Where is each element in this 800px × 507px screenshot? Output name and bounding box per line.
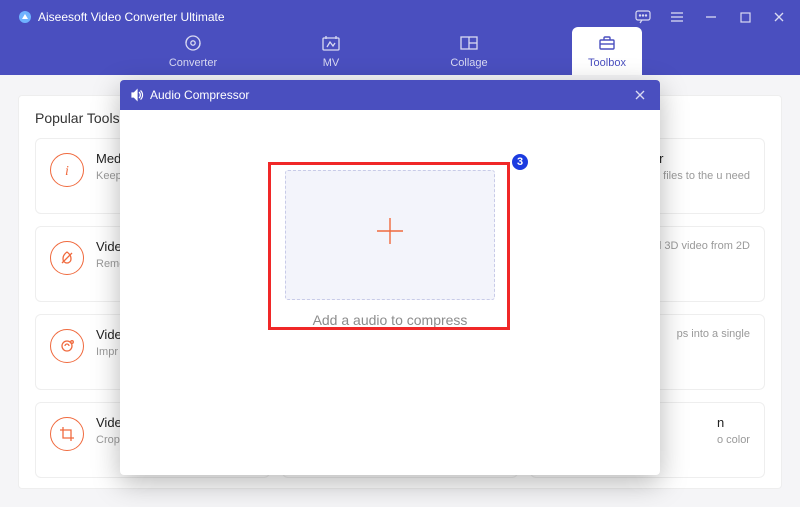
tab-converter[interactable]: Converter — [158, 33, 228, 75]
tab-mv[interactable]: MV — [296, 33, 366, 75]
card-desc: Crop — [96, 433, 122, 447]
tab-label: Converter — [158, 57, 228, 69]
main-tabs: Converter MV Collage Toolbox — [0, 29, 800, 75]
audio-compressor-modal: Audio Compressor 3 Add a audio to compre… — [120, 80, 660, 475]
app-title: Aiseesoft Video Converter Ultimate — [18, 10, 225, 24]
enhance-icon — [50, 329, 84, 363]
menu-icon[interactable] — [666, 8, 688, 26]
close-button[interactable] — [768, 8, 790, 26]
minimize-button[interactable] — [700, 8, 722, 26]
card-title: sor — [645, 151, 750, 166]
step-badge: 3 — [510, 152, 530, 172]
card-desc: ps into a single — [677, 327, 750, 341]
maximize-button[interactable] — [734, 8, 756, 26]
card-title: n — [717, 415, 750, 430]
converter-icon — [158, 33, 228, 53]
app-title-text: Aiseesoft Video Converter Ultimate — [38, 10, 225, 24]
feedback-icon[interactable] — [632, 8, 654, 26]
drop-caption: Add a audio to compress — [260, 312, 520, 328]
tab-label: Collage — [434, 57, 504, 69]
tab-collage[interactable]: Collage — [434, 33, 504, 75]
tab-label: Toolbox — [578, 57, 636, 69]
app-logo-icon — [18, 10, 32, 24]
speaker-icon — [130, 88, 144, 102]
svg-text:i: i — [65, 164, 69, 178]
collage-icon — [434, 33, 504, 53]
plus-icon — [373, 214, 407, 256]
tab-label: MV — [296, 57, 366, 69]
mv-icon — [296, 33, 366, 53]
toolbox-icon — [578, 33, 636, 53]
modal-title: Audio Compressor — [150, 88, 249, 102]
info-icon: i — [50, 153, 84, 187]
card-title: Vide — [96, 415, 122, 430]
card-desc: o color — [717, 433, 750, 447]
modal-header: Audio Compressor — [120, 80, 660, 110]
card-desc: d 3D video from 2D — [655, 239, 750, 253]
tab-toolbox[interactable]: Toolbox — [572, 27, 642, 75]
card-desc: dio files to the u need — [645, 169, 750, 183]
crop-icon — [50, 417, 84, 451]
add-audio-dropzone[interactable] — [285, 170, 495, 300]
watermark-icon — [50, 241, 84, 275]
modal-close-button[interactable] — [630, 85, 650, 105]
